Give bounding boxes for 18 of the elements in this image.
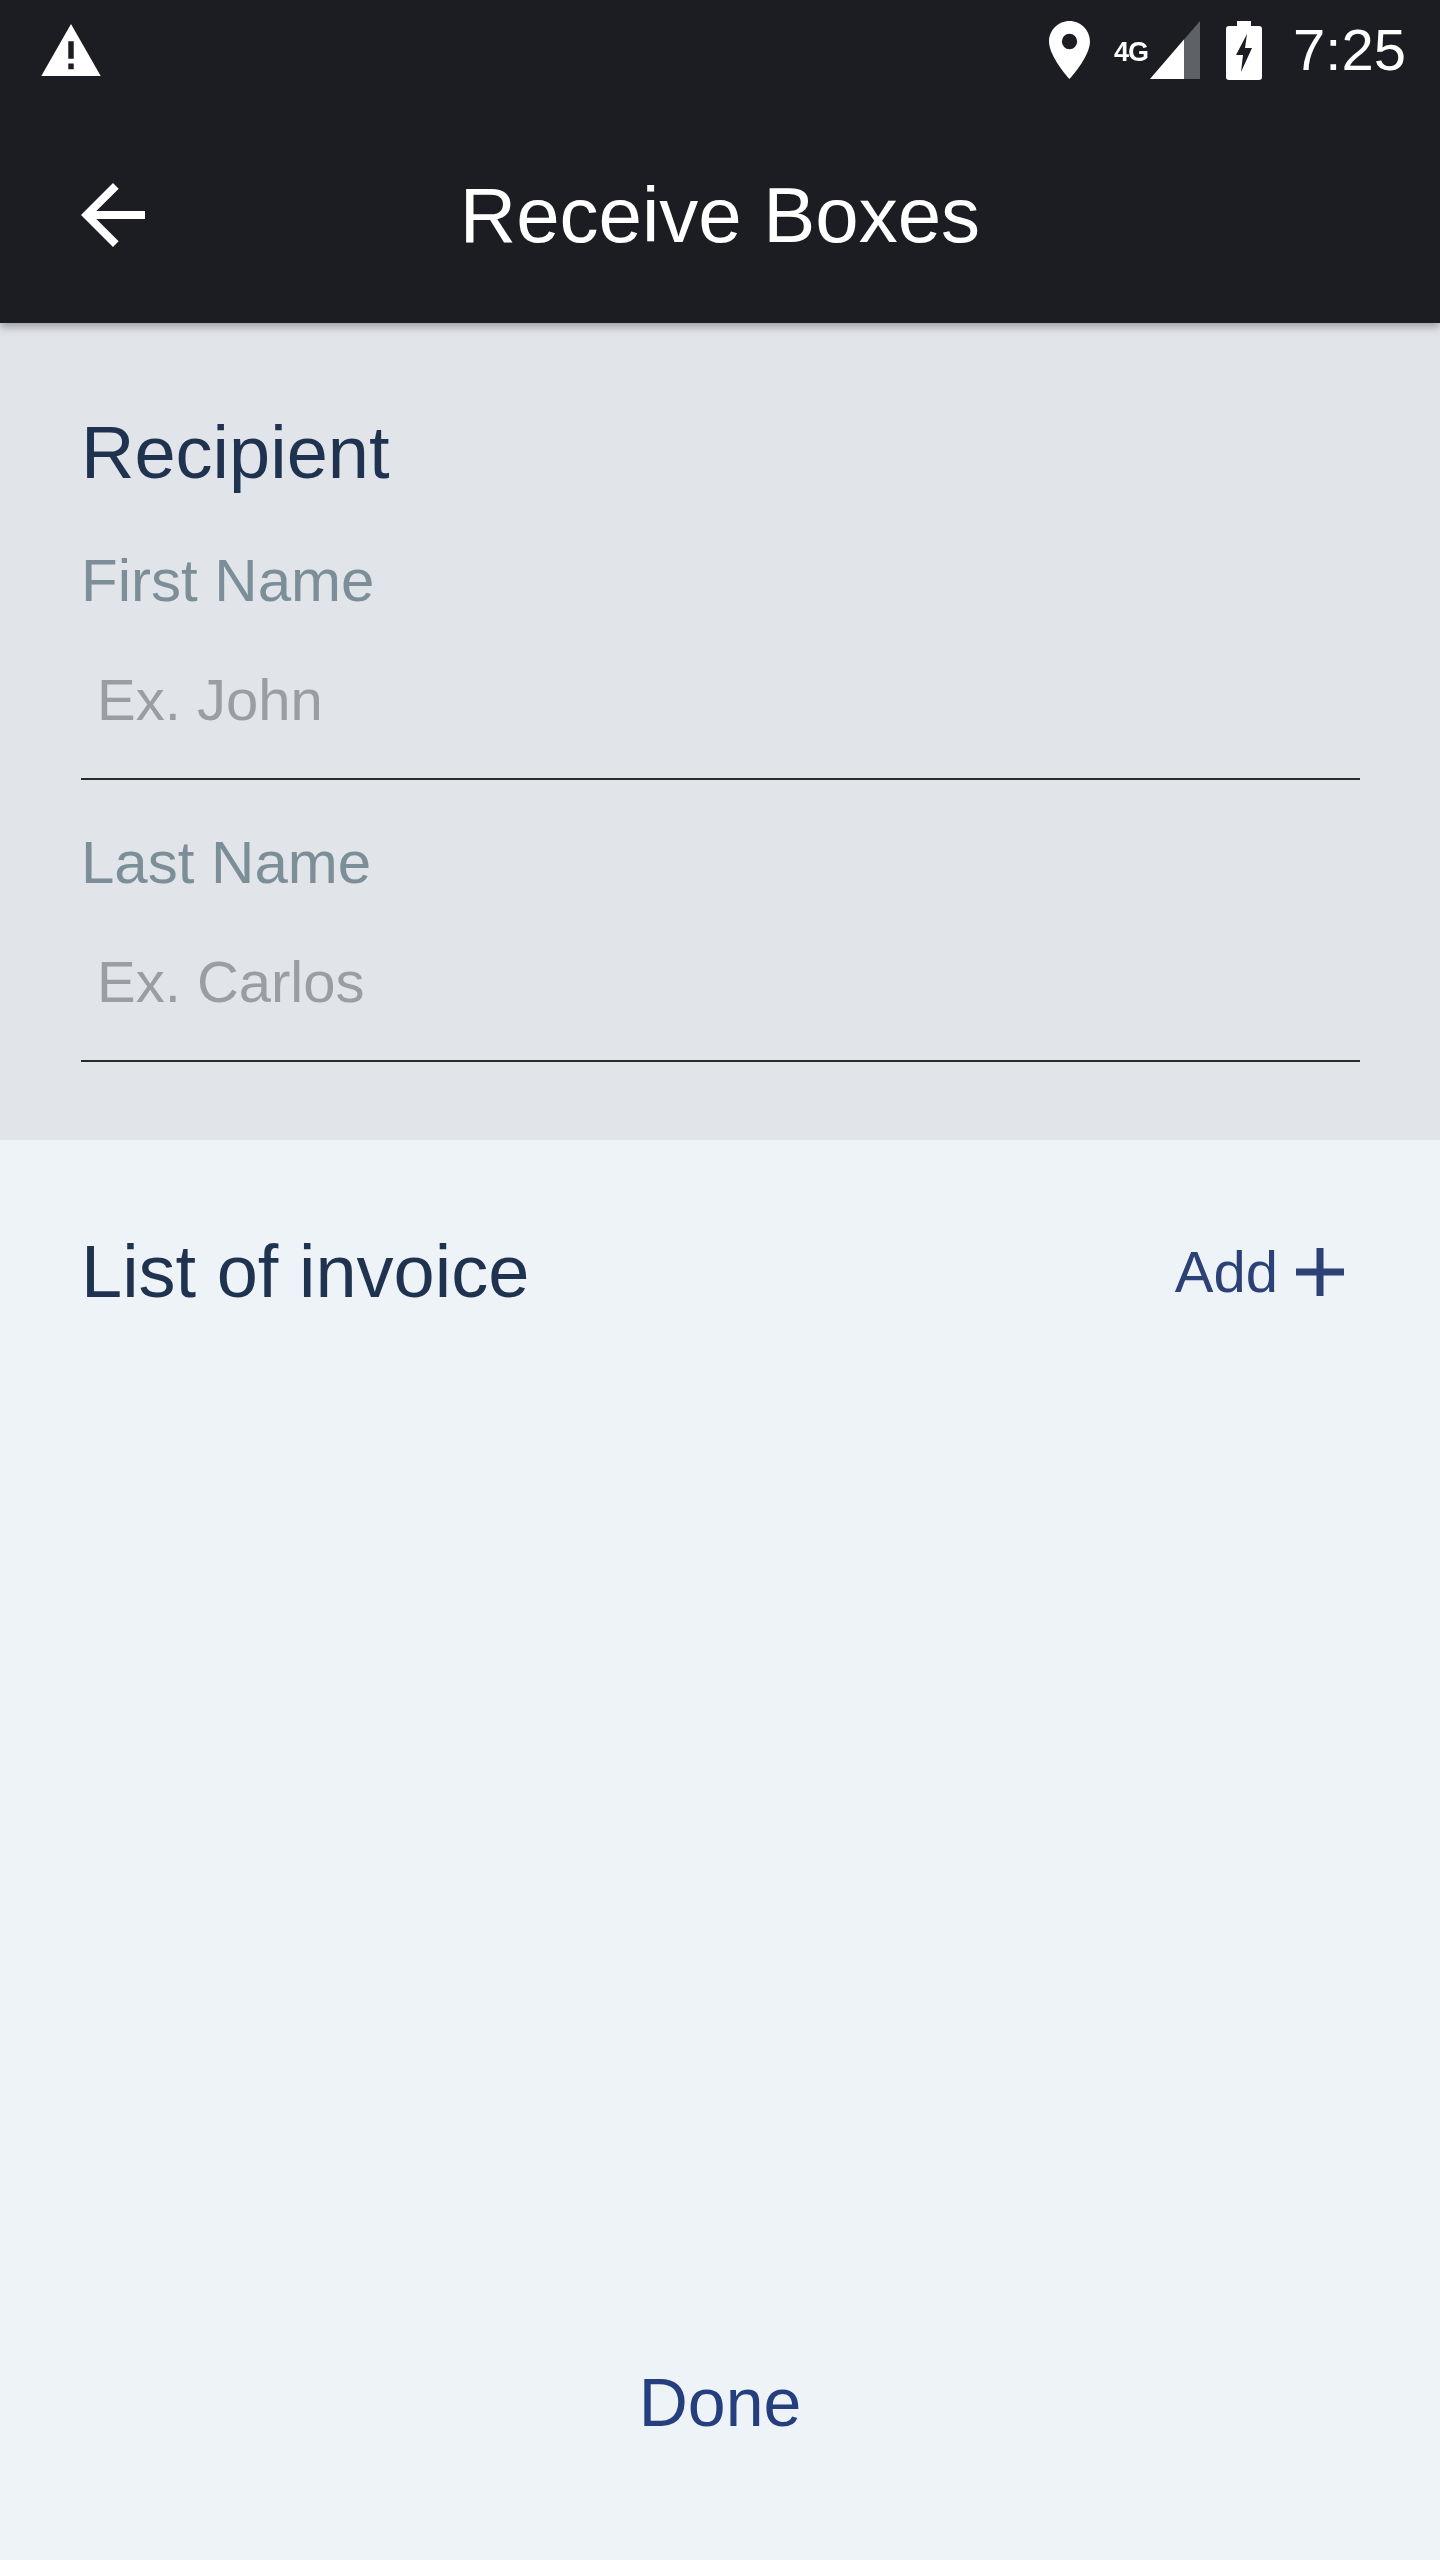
back-button[interactable]	[81, 182, 145, 247]
section-heading: Recipient	[81, 410, 391, 496]
section-heading: List of invoice	[81, 1229, 530, 1315]
battery-charging-icon	[1226, 20, 1263, 80]
arrow-left-icon	[81, 182, 145, 247]
plus-icon	[1296, 1248, 1344, 1297]
done-button[interactable]: Done	[590, 2341, 850, 2463]
signal-icon	[1150, 21, 1201, 79]
screen-title: Receive Boxes	[459, 169, 981, 261]
input-field[interactable]: Ex. Carlos	[81, 920, 1360, 1062]
network-type: 4G	[1114, 39, 1149, 66]
warning-icon	[41, 24, 101, 76]
field-label: Last Name	[81, 827, 373, 898]
input-field[interactable]: Ex. John	[81, 638, 1360, 780]
location-pin-icon	[1049, 21, 1091, 79]
field-label: First Name	[81, 545, 376, 616]
status-time: 7:25	[1293, 17, 1406, 83]
add-button[interactable]: Add	[1174, 1237, 1344, 1308]
